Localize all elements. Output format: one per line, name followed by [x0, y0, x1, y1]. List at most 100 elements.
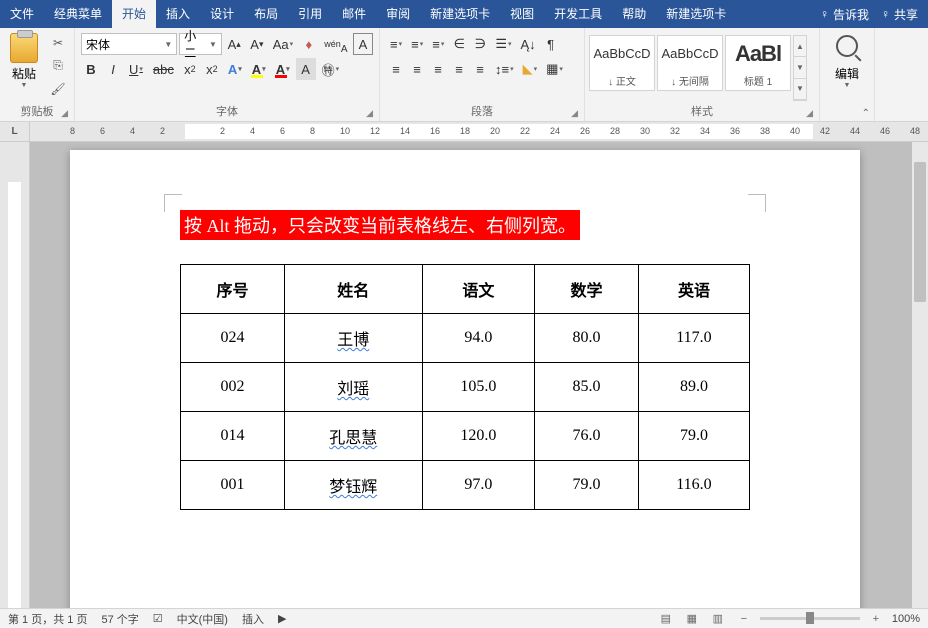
- style-no-spacing[interactable]: AaBbCcD ↓ 无间隔: [657, 35, 723, 91]
- strikethrough-button[interactable]: abc: [149, 58, 178, 80]
- web-layout-button[interactable]: ▥: [708, 611, 728, 627]
- find-button[interactable]: 编辑 ▼: [831, 31, 863, 105]
- char-shading-button[interactable]: A: [296, 58, 316, 80]
- styles-down-button[interactable]: ▼: [794, 57, 806, 78]
- document-area[interactable]: 按 Alt 拖动，只会改变当前表格线左、右侧列宽。 序号姓名语文数学英语 024…: [30, 142, 928, 608]
- table-cell[interactable]: 105.0: [422, 363, 534, 412]
- table-cell[interactable]: 80.0: [535, 314, 639, 363]
- zoom-slider[interactable]: [760, 617, 860, 620]
- tell-me-search[interactable]: ♀ 告诉我: [820, 6, 869, 23]
- numbering-button[interactable]: ≡: [407, 33, 427, 55]
- underline-button[interactable]: U: [125, 58, 147, 80]
- table-cell[interactable]: 120.0: [422, 412, 534, 461]
- show-marks-button[interactable]: ¶: [541, 33, 561, 55]
- ruler-horizontal[interactable]: L 86422468101214161820222426283032343638…: [0, 122, 928, 142]
- font-color-button[interactable]: A: [272, 58, 294, 80]
- asian-layout-button[interactable]: ☰: [491, 33, 515, 55]
- grow-font-button[interactable]: A▴: [224, 33, 245, 55]
- table-cell[interactable]: 001: [181, 461, 285, 510]
- ruler-vertical[interactable]: [0, 142, 30, 608]
- table-cell[interactable]: 014: [181, 412, 285, 461]
- table-cell[interactable]: 002: [181, 363, 285, 412]
- text-effects-button[interactable]: A: [224, 58, 246, 80]
- table-cell[interactable]: 王博: [284, 314, 422, 363]
- paragraph-launcher[interactable]: ◢: [571, 108, 578, 119]
- table-cell[interactable]: 116.0: [638, 461, 749, 510]
- format-painter-button[interactable]: 🖌: [48, 79, 68, 99]
- highlight-button[interactable]: A: [248, 58, 270, 80]
- table-row[interactable]: 001梦钰辉97.079.0116.0: [181, 461, 750, 510]
- table-header[interactable]: 序号: [181, 265, 285, 314]
- bold-button[interactable]: B: [81, 58, 101, 80]
- read-mode-button[interactable]: ▤: [656, 611, 676, 627]
- tab-mailings[interactable]: 邮件: [332, 0, 376, 28]
- table-header[interactable]: 姓名: [284, 265, 422, 314]
- enclose-char-button[interactable]: ㊕: [318, 58, 344, 80]
- styles-more-button[interactable]: ▼: [794, 79, 806, 100]
- macro-icon[interactable]: ▶: [278, 612, 286, 625]
- tab-developer[interactable]: 开发工具: [544, 0, 612, 28]
- line-spacing-button[interactable]: ↕≡: [491, 58, 518, 80]
- zoom-thumb[interactable]: [806, 612, 814, 624]
- word-count[interactable]: 57 个字: [101, 611, 138, 627]
- styles-launcher[interactable]: ◢: [806, 108, 813, 119]
- print-layout-button[interactable]: ▦: [682, 611, 702, 627]
- change-case-button[interactable]: Aa: [269, 33, 297, 55]
- table-header[interactable]: 语文: [422, 265, 534, 314]
- table-cell[interactable]: 79.0: [638, 412, 749, 461]
- phonetic-guide-button[interactable]: wénA: [321, 33, 351, 55]
- superscript-button[interactable]: x2: [202, 58, 222, 80]
- table-row[interactable]: 024王博94.080.0117.0: [181, 314, 750, 363]
- style-normal[interactable]: AaBbCcD ↓ 正文: [589, 35, 655, 91]
- tab-insert[interactable]: 插入: [156, 0, 200, 28]
- justify-button[interactable]: ≡: [449, 58, 469, 80]
- tab-layout[interactable]: 布局: [244, 0, 288, 28]
- font-size-combo[interactable]: 小二▼: [179, 33, 222, 55]
- scrollbar-vertical[interactable]: [912, 142, 928, 608]
- table-row[interactable]: 014孔思慧120.076.079.0: [181, 412, 750, 461]
- distribute-button[interactable]: ≡: [470, 58, 490, 80]
- styles-up-button[interactable]: ▲: [794, 36, 806, 57]
- italic-button[interactable]: I: [103, 58, 123, 80]
- align-right-button[interactable]: ≡: [428, 58, 448, 80]
- table-cell[interactable]: 刘瑶: [284, 363, 422, 412]
- tab-review[interactable]: 审阅: [376, 0, 420, 28]
- tab-design[interactable]: 设计: [200, 0, 244, 28]
- insert-mode[interactable]: 插入: [242, 611, 264, 627]
- copy-button[interactable]: ⎘: [48, 56, 68, 76]
- share-button[interactable]: ♀ 共享: [881, 6, 918, 23]
- tab-references[interactable]: 引用: [288, 0, 332, 28]
- tab-file[interactable]: 文件: [0, 0, 44, 28]
- font-launcher[interactable]: ◢: [366, 108, 373, 119]
- table-header[interactable]: 英语: [638, 265, 749, 314]
- zoom-out-button[interactable]: −: [734, 611, 754, 627]
- tab-newtab1[interactable]: 新建选项卡: [420, 0, 500, 28]
- tab-view[interactable]: 视图: [500, 0, 544, 28]
- clear-format-button[interactable]: ♦: [299, 33, 319, 55]
- table-cell[interactable]: 117.0: [638, 314, 749, 363]
- style-heading1[interactable]: AaBl 标题 1: [725, 35, 791, 91]
- table-cell[interactable]: 76.0: [535, 412, 639, 461]
- scrollbar-thumb[interactable]: [914, 162, 926, 302]
- tab-classic[interactable]: 经典菜单: [44, 0, 112, 28]
- spellcheck-icon[interactable]: ☑: [153, 612, 163, 625]
- tab-help[interactable]: 帮助: [612, 0, 656, 28]
- table-row[interactable]: 002刘瑶105.085.089.0: [181, 363, 750, 412]
- font-name-combo[interactable]: 宋体▼: [81, 33, 177, 55]
- table-cell[interactable]: 94.0: [422, 314, 534, 363]
- clipboard-launcher[interactable]: ◢: [61, 108, 68, 119]
- table-cell[interactable]: 梦钰辉: [284, 461, 422, 510]
- multilevel-button[interactable]: ≡: [428, 33, 448, 55]
- zoom-level[interactable]: 100%: [892, 613, 920, 625]
- table-cell[interactable]: 孔思慧: [284, 412, 422, 461]
- page-indicator[interactable]: 第 1 页，共 1 页: [8, 611, 87, 627]
- subscript-button[interactable]: x2: [180, 58, 200, 80]
- bullets-button[interactable]: ≡: [386, 33, 406, 55]
- shrink-font-button[interactable]: A▾: [247, 33, 268, 55]
- table-cell[interactable]: 97.0: [422, 461, 534, 510]
- zoom-in-button[interactable]: +: [866, 611, 886, 627]
- shading-button[interactable]: ◣: [519, 58, 542, 80]
- table-cell[interactable]: 89.0: [638, 363, 749, 412]
- tab-newtab2[interactable]: 新建选项卡: [656, 0, 736, 28]
- increase-indent-button[interactable]: ∋: [470, 33, 490, 55]
